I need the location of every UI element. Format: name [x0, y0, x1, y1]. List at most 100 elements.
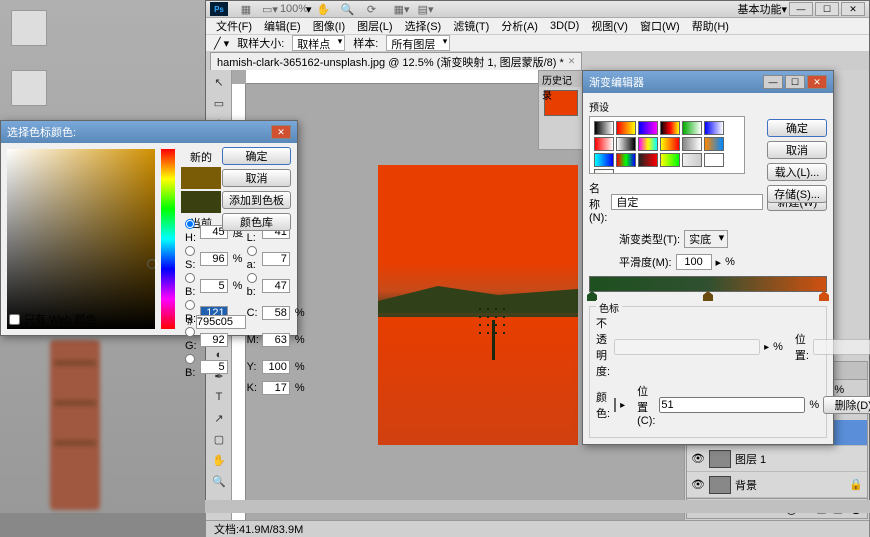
menu-layer[interactable]: 图层(L) — [351, 18, 398, 34]
color-cursor[interactable] — [147, 259, 157, 269]
gradient-title[interactable]: 渐变编辑器 — ☐ ✕ — [583, 71, 833, 93]
document-canvas[interactable] — [378, 165, 578, 445]
hue-slider[interactable] — [161, 149, 175, 329]
current-color-swatch[interactable] — [181, 191, 221, 213]
g-input[interactable] — [200, 333, 228, 347]
a-radio[interactable]: a: — [247, 246, 259, 271]
gradient-name-input[interactable] — [611, 194, 763, 210]
lab-b-radio[interactable]: b: — [247, 273, 259, 298]
sample-size-dd[interactable]: 取样点 — [292, 35, 345, 51]
layer-row[interactable]: 👁背景🔒 — [687, 472, 867, 498]
s-input[interactable] — [200, 252, 228, 266]
gradient-preset[interactable] — [594, 121, 614, 135]
layer-thumb[interactable] — [709, 476, 731, 494]
bl-input[interactable] — [200, 360, 228, 374]
visibility-icon[interactable]: 👁 — [691, 452, 705, 465]
sample-dd[interactable]: 所有图层 — [386, 35, 450, 51]
gradient-preset[interactable] — [682, 137, 702, 151]
color-stop[interactable] — [703, 291, 713, 301]
smooth-input[interactable] — [676, 254, 712, 270]
marquee-tool[interactable]: ▭ — [208, 93, 230, 113]
gradient-preset[interactable] — [660, 153, 680, 167]
taskbar[interactable] — [205, 500, 870, 513]
history-panel[interactable]: 历史记录 — [538, 70, 584, 150]
gradient-preset[interactable] — [638, 153, 658, 167]
menu-edit[interactable]: 编辑(E) — [258, 18, 307, 34]
gradient-presets[interactable] — [589, 116, 745, 174]
layer-row[interactable]: 👁 图层 1 — [687, 446, 867, 472]
color-libraries-button[interactable]: 颜色库 — [222, 213, 291, 231]
gradient-preset[interactable] — [638, 137, 658, 151]
gradient-preset[interactable] — [594, 153, 614, 167]
g-radio[interactable]: G: — [185, 327, 197, 352]
maximize-icon[interactable]: ☐ — [785, 75, 805, 89]
layer-name[interactable]: 图层 1 — [735, 451, 766, 467]
desktop-icon[interactable] — [4, 70, 54, 108]
ok-button[interactable]: 确定 — [222, 147, 291, 165]
minimize-icon[interactable]: — — [763, 75, 783, 89]
shape-tool[interactable]: ▢ — [208, 429, 230, 449]
bridge-icon[interactable]: ▦ — [236, 2, 256, 16]
gradient-preset[interactable] — [594, 169, 614, 174]
menu-help[interactable]: 帮助(H) — [686, 18, 735, 34]
menu-image[interactable]: 图像(I) — [307, 18, 351, 34]
load-button[interactable]: 载入(L)... — [767, 163, 827, 181]
gradient-preset[interactable] — [682, 153, 702, 167]
stop-color-swatch[interactable] — [614, 398, 616, 412]
close-tab-icon[interactable]: ✕ — [568, 56, 576, 67]
bl-radio[interactable]: B: — [185, 354, 197, 379]
color-stop[interactable] — [819, 291, 829, 301]
hand-icon[interactable]: ✋ — [314, 2, 334, 16]
layer-name[interactable]: 背景 — [735, 477, 757, 493]
menu-3d[interactable]: 3D(D) — [544, 20, 585, 32]
extras-icon[interactable]: ▤▾ — [416, 2, 436, 16]
arrange-icon[interactable]: ▦▾ — [392, 2, 412, 16]
gradient-type-dd[interactable]: 实底▾ — [684, 230, 728, 248]
s-radio[interactable]: S: — [185, 246, 197, 271]
lab-b-input[interactable] — [262, 279, 290, 293]
gradient-preset[interactable] — [704, 121, 724, 135]
path-tool[interactable]: ↗ — [208, 408, 230, 428]
document-tab[interactable]: hamish-clark-365162-unsplash.jpg @ 12.5%… — [210, 52, 582, 71]
b-radio[interactable]: B: — [185, 273, 197, 298]
layer-thumb[interactable] — [709, 450, 731, 468]
gradient-preset[interactable] — [594, 137, 614, 151]
close-icon[interactable]: ✕ — [807, 75, 827, 89]
gradient-preset[interactable] — [704, 137, 724, 151]
gradient-preset[interactable] — [660, 121, 680, 135]
gradient-preset[interactable] — [616, 121, 636, 135]
eyedropper-icon[interactable]: ╱ ▾ — [214, 37, 229, 50]
hex-input[interactable] — [196, 315, 246, 329]
cancel-button[interactable]: 取消 — [767, 141, 827, 159]
gradient-preset[interactable] — [660, 137, 680, 151]
add-swatch-button[interactable]: 添加到色板 — [222, 191, 291, 209]
gradient-preset[interactable] — [704, 153, 724, 167]
web-only-checkbox[interactable] — [9, 314, 20, 325]
m-input[interactable] — [262, 333, 290, 347]
color-field[interactable] — [7, 149, 155, 329]
close-icon[interactable]: ✕ — [271, 125, 291, 139]
save-button[interactable]: 存储(S)... — [767, 185, 827, 203]
gradient-preset[interactable] — [682, 121, 702, 135]
zoom-tool[interactable]: 🔍 — [208, 471, 230, 491]
c-input[interactable] — [262, 306, 290, 320]
rotate-icon[interactable]: ⟳ — [362, 2, 382, 16]
menu-select[interactable]: 选择(S) — [399, 18, 448, 34]
workspace-switcher[interactable]: 基本功能 — [737, 1, 781, 17]
visibility-icon[interactable]: 👁 — [691, 478, 705, 491]
delete-stop-button[interactable]: 删除(D) — [823, 396, 870, 414]
menu-analysis[interactable]: 分析(A) — [495, 18, 544, 34]
menu-filter[interactable]: 滤镜(T) — [447, 18, 495, 34]
ok-button[interactable]: 确定 — [767, 119, 827, 137]
gradient-ramp[interactable] — [589, 276, 827, 292]
gradient-preset[interactable] — [638, 121, 658, 135]
close-button[interactable]: ✕ — [841, 2, 865, 16]
hand-tool[interactable]: ✋ — [208, 450, 230, 470]
zoom-icon[interactable]: 🔍 — [338, 2, 358, 16]
zoom-dd[interactable]: 100% — [284, 2, 304, 16]
y-input[interactable] — [262, 360, 290, 374]
minimize-button[interactable]: — — [789, 2, 813, 16]
gradient-preset[interactable] — [616, 137, 636, 151]
color-picker-title[interactable]: 选择色标颜色: ✕ — [1, 121, 297, 143]
menu-file[interactable]: 文件(F) — [210, 18, 258, 34]
